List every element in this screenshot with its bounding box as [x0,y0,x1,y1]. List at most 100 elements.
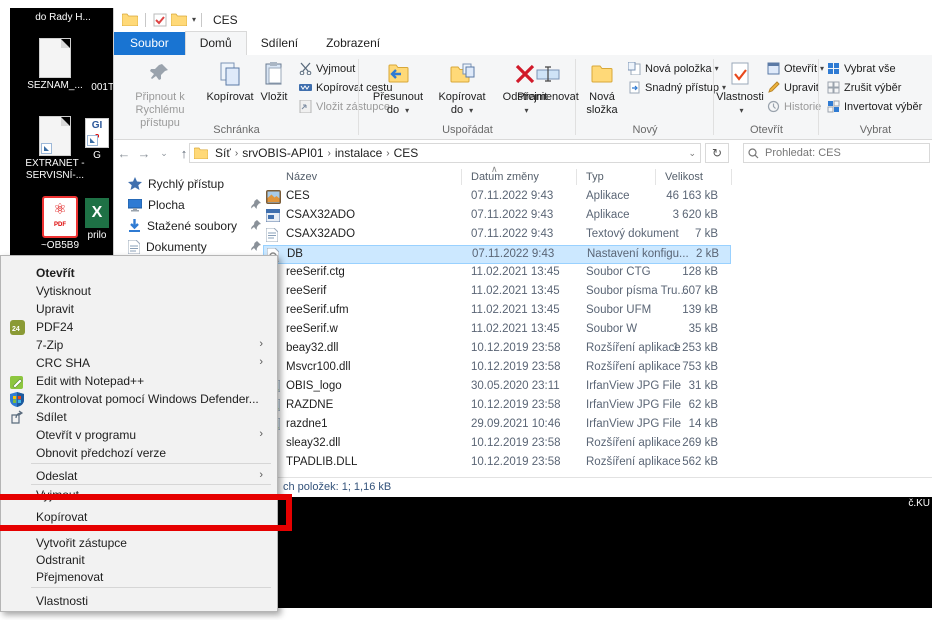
breadcrumb-segment[interactable]: Síť [211,146,235,160]
select-none-icon [827,81,840,94]
sidebar-item-rychl-p-stup[interactable]: Rychlý přístup [128,174,261,194]
open-label: Otevřít [784,62,818,75]
table-row[interactable]: CSAX32ADO 07.11.2022 9:43 Textový dokument… [263,226,731,245]
new-folder-qat-icon[interactable] [171,13,187,26]
file-name: reeSerif [286,285,327,297]
new-folder-button[interactable]: Nová složka [580,59,624,117]
menu-item-pdf24[interactable]: 24 PDF24 [1,320,275,337]
menu-item-crc-sha[interactable]: CRC SHA › [1,356,275,373]
table-row[interactable]: CES 07.11.2022 9:43 Aplikace 46 163 kB [263,188,731,207]
breadcrumb[interactable]: Síť › srvOBIS-API01 › instalace › CES [211,146,422,160]
table-row[interactable]: RAZDNE 10.12.2019 23:58 IrfanView JPG File… [263,397,731,416]
column-header-type[interactable]: Typ [586,171,604,183]
invert-selection-button[interactable]: Invertovat výběr [827,100,922,113]
easy-access-button[interactable]: Snadný přístup ▾ [628,81,726,94]
pdf-icon: ⚛ PDF [42,196,78,238]
properties-qat-icon[interactable] [153,13,167,27]
desktop-icon-label: G [93,150,101,161]
copy-button[interactable]: Kopírovat [206,59,254,104]
move-to-button[interactable]: Přesunout do ▾ [367,59,429,117]
menu-item-otev-t-v-programu[interactable]: Otevřít v programu › [1,428,275,445]
paste-button[interactable]: Vložit [256,59,292,104]
address-history-chevron-icon[interactable]: ⌄ [688,148,696,159]
breadcrumb-segment[interactable]: instalace [331,146,386,160]
edit-button[interactable]: Upravit [767,81,819,94]
search-box[interactable] [743,143,930,163]
back-button[interactable]: ← [114,146,134,161]
column-separator[interactable] [655,169,656,185]
sidebar-item-dokumenty[interactable]: Dokumenty [128,237,261,257]
cut-button[interactable]: Vyjmout [299,62,355,75]
desktop-icon-g[interactable]: GI G [80,118,113,162]
menu-item-p-ejmenovat[interactable]: Přejmenovat [1,570,275,587]
group-label-select: Vybrat [859,124,892,136]
table-row[interactable]: OBIS_logo 30.05.2020 23:11 IrfanView JPG F… [263,378,731,397]
desktop-icon-001te[interactable]: 001TE [86,82,113,94]
menu-item-vlastnosti[interactable]: Vlastnosti [1,594,275,611]
breadcrumb-segment[interactable]: CES [390,146,423,160]
refresh-button[interactable]: ↻ [705,143,729,163]
menu-item-zkontrolovat-pomoc-windows-defender-[interactable]: Zkontrolovat pomocí Windows Defender... [1,392,275,409]
search-input[interactable] [763,146,925,160]
desktop-icon-seznam-[interactable]: SEZNAM_... [22,38,88,92]
table-row[interactable]: reeSerif.w 11.02.2021 13:45 Soubor W 35 kB [263,321,731,340]
table-row[interactable]: reeSerif.ctg 11.02.2021 13:45 Soubor CTG 12… [263,264,731,283]
open-button[interactable]: Otevřít ▾ [767,62,824,75]
menu-item-edit-with-notepad-[interactable]: Edit with Notepad++ [1,374,275,391]
desktop-icon-prilo[interactable]: Xprilo [80,198,113,242]
menu-item-otev-t[interactable]: Otevřít [1,266,275,283]
breadcrumb-segment[interactable]: srvOBIS-API01 [238,146,327,160]
menu-item-7-zip[interactable]: 7-Zip › [1,338,275,355]
tab-home[interactable]: Domů [184,31,247,55]
address-box[interactable]: Síť › srvOBIS-API01 › instalace › CES ⌄ [189,143,701,163]
column-separator[interactable] [731,169,732,185]
share-icon [10,410,24,425]
menu-item-sd-let[interactable]: Sdílet [1,410,275,427]
properties-button[interactable]: Vlastnosti ▾ [716,59,764,117]
menu-item-vytvo-it-z-stupce[interactable]: Vytvořit zástupce [1,536,275,553]
menu-item-label: 7-Zip [36,338,64,352]
menu-item-odstranit[interactable]: Odstranit [1,553,275,570]
table-row[interactable]: razdne1 29.09.2021 10:46 IrfanView JPG Fil… [263,416,731,435]
menu-item-vytisknout[interactable]: Vytisknout [1,284,275,301]
table-row[interactable]: CSAX32ADO 07.11.2022 9:43 Aplikace 3 620 kB [263,207,731,226]
column-header-name[interactable]: Název [286,171,317,183]
status-text: ch položek: 1; 1,16 kB [283,481,392,493]
document-shortcut-icon [39,116,71,156]
qat-customize-chevron-icon[interactable]: ▾ [192,15,196,24]
new-item-label: Nová položka [645,62,712,75]
properties-label: Vlastnosti [716,91,764,103]
desktop-icon-do-rady-h-[interactable]: do Rady H... [18,12,108,24]
desktop-icon-extranet-servisn-[interactable]: EXTRANET - SERVISNÍ-... [22,116,88,182]
table-row[interactable]: DB 07.11.2022 9:43 Nastavení konfigu... 2 k… [263,245,731,264]
column-header-size[interactable]: Velikost [665,171,703,183]
sidebar-item-sta-en-soubory[interactable]: Stažené soubory [128,216,261,236]
ribbon-group-organize: Přesunout do ▾ Kopírovat do ▾ Odstranit ▾… [359,55,579,139]
history-button[interactable]: Historie [767,100,821,113]
column-separator[interactable] [461,169,462,185]
copy-to-button[interactable]: Kopírovat do ▾ [432,59,492,117]
select-all-button[interactable]: Vybrat vše [827,62,896,75]
table-row[interactable]: reeSerif.ufm 11.02.2021 13:45 Soubor UFM 13… [263,302,731,321]
pin-to-quick-access-button[interactable]: Připnout k Rychlému přístupu [116,59,204,130]
menu-item-obnovit-p-edchoz-verze[interactable]: Obnovit předchozí verze [1,446,275,463]
new-item-button[interactable]: Nová položka ▾ [628,62,719,75]
forward-button[interactable]: → [134,146,154,161]
tab-file[interactable]: Soubor [114,32,185,55]
sidebar-item-plocha[interactable]: Plocha [128,195,261,215]
table-row[interactable]: TreeSerif11.02.2021 13:45Soubor písma Tr… [263,283,731,302]
recent-locations-chevron-icon[interactable]: ⌄ [154,148,174,159]
folder-icon[interactable] [122,13,138,26]
menu-item-upravit[interactable]: Upravit [1,302,275,319]
table-row[interactable]: beay32.dll 10.12.2019 23:58 Rozšíření apli… [263,340,731,359]
table-row[interactable]: Msvcr100.dll 10.12.2019 23:58 Rozšíření ap… [263,359,731,378]
select-none-button[interactable]: Zrušit výběr [827,81,901,94]
table-row[interactable]: TPADLIB.DLL 10.12.2019 23:58 Rozšíření apl… [263,454,731,473]
menu-item-label: Vlastnosti [36,594,89,608]
file-name: CES [286,190,310,202]
column-header-date[interactable]: Datum změny [471,171,539,183]
tab-view[interactable]: Zobrazení [312,32,394,55]
column-separator[interactable] [576,169,577,185]
tab-share[interactable]: Sdílení [247,32,312,55]
table-row[interactable]: sleay32.dll 10.12.2019 23:58 Rozšíření apl… [263,435,731,454]
